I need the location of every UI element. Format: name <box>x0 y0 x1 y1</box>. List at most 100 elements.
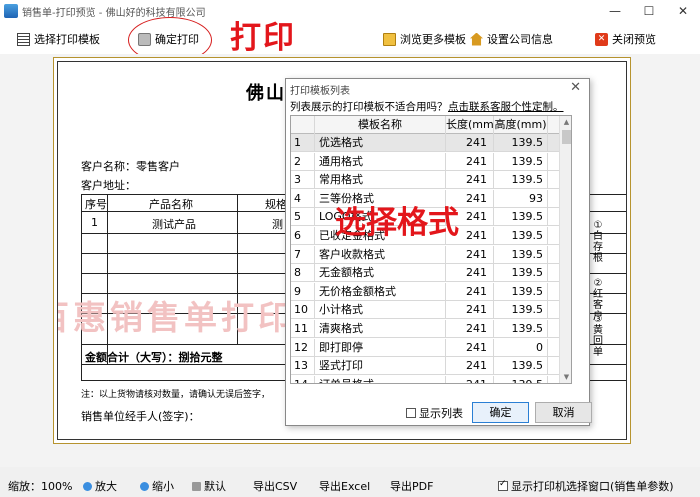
row-name: 即打即停 <box>315 338 446 357</box>
select-template-button[interactable]: 选择打印模板 <box>17 30 100 48</box>
template-list-dialog: 打印模板列表 ✕ 列表展示的打印模板不适合用吗？ 点击联系客服个性定制。 模板名… <box>285 78 592 426</box>
row-name: 小计格式 <box>315 301 446 320</box>
template-row[interactable]: 2 通用格式 241 139.5 <box>291 152 559 171</box>
annotation-print-label: 打印 <box>230 20 296 56</box>
row-length: 241 <box>446 320 494 338</box>
annotation-select-format: 选择格式 <box>335 205 459 241</box>
dialog-title: 打印模板列表 <box>290 86 350 97</box>
row-height: 139.5 <box>494 301 548 320</box>
ok-button[interactable]: 确定 <box>472 402 529 423</box>
maximize-button[interactable]: ☐ <box>634 3 664 19</box>
template-row[interactable]: 13 竖式打印 241 139.5 <box>291 357 559 376</box>
col-header-product: 产品名称 <box>149 198 193 211</box>
row-num: 11 <box>291 320 315 338</box>
row-num: 10 <box>291 301 315 320</box>
zoom-in-button[interactable]: 放大 <box>83 478 117 494</box>
show-list-label: 显示列表 <box>419 407 463 420</box>
zoom-in-icon <box>83 481 92 491</box>
row-num: 5 <box>291 208 315 227</box>
document-note: 注：以上货物请核对数量，请确认无误后签字， <box>81 390 271 400</box>
close-preview-button[interactable]: ✕ 关闭预览 <box>595 30 656 48</box>
folder-icon <box>383 32 396 46</box>
template-row[interactable]: 10 小计格式 241 139.5 <box>291 301 559 320</box>
row-height: 139.5 <box>494 245 548 264</box>
grid-header-num <box>291 116 315 134</box>
row-length: 241 <box>446 301 494 320</box>
template-row[interactable]: 3 常用格式 241 139.5 <box>291 171 559 190</box>
home-icon <box>470 32 483 46</box>
show-list-checkbox[interactable]: 显示列表 <box>406 405 463 421</box>
browse-templates-label: 浏览更多模板 <box>400 33 466 46</box>
row-spec: 测 <box>272 218 283 231</box>
zoom-out-button[interactable]: 缩小 <box>140 478 174 494</box>
minimize-button[interactable]: — <box>600 3 630 19</box>
company-info-button[interactable]: 设置公司信息 <box>470 30 553 48</box>
grid-header: 模板名称 长度(mm) 高度(mm) <box>291 116 559 134</box>
default-label: 默认 <box>204 480 226 493</box>
row-height: 139.5 <box>494 134 548 152</box>
scroll-thumb[interactable] <box>562 130 571 144</box>
row-num: 6 <box>291 227 315 245</box>
template-row[interactable]: 7 客户收款格式 241 139.5 <box>291 245 559 264</box>
browse-templates-button[interactable]: 浏览更多模板 <box>383 30 466 48</box>
template-row[interactable]: 11 清爽格式 241 139.5 <box>291 320 559 338</box>
grid-header-name: 模板名称 <box>315 116 446 134</box>
row-num: 14 <box>291 375 315 383</box>
document-title: 佛山 <box>246 83 286 104</box>
col-header-spec: 规格 <box>265 198 287 211</box>
cancel-button[interactable]: 取消 <box>535 402 592 423</box>
customize-link[interactable]: 点击联系客服个性定制。 <box>448 99 564 114</box>
grid-header-length: 长度(mm) <box>446 116 494 134</box>
template-row[interactable]: 8 无金额格式 241 139.5 <box>291 264 559 283</box>
row-index: 1 <box>91 216 98 229</box>
zoom-out-label: 缩小 <box>152 480 174 493</box>
col-header-index: 序号 <box>85 198 107 211</box>
grid-scrollbar[interactable]: ▲ ▼ <box>559 116 571 383</box>
row-height: 139.5 <box>494 152 548 171</box>
customer-address: 客户地址： <box>81 179 136 192</box>
zoom-out-icon <box>140 481 149 491</box>
row-name: 订单号格式 <box>315 375 446 383</box>
template-row[interactable]: 12 即打即停 241 0 <box>291 338 559 357</box>
copy-label-white: ①白存根 <box>593 220 603 264</box>
scroll-down-icon[interactable]: ▼ <box>560 371 571 383</box>
row-name: 常用格式 <box>315 171 446 190</box>
row-height: 139.5 <box>494 227 548 245</box>
row-product: 测试产品 <box>152 218 196 231</box>
close-window-button[interactable]: ✕ <box>668 3 698 19</box>
select-template-label: 选择打印模板 <box>34 33 100 46</box>
table-col-rule <box>107 195 108 365</box>
row-num: 13 <box>291 357 315 376</box>
template-grid[interactable]: 模板名称 长度(mm) 高度(mm) 1 优选格式 241 139.5 2 通用格式 241… <box>290 115 572 384</box>
row-num: 9 <box>291 282 315 301</box>
default-icon <box>192 481 201 491</box>
status-bar: 缩放：100% 放大 缩小 默认 导出CSV 导出Excel 导出PDF 显示打… <box>0 471 700 497</box>
row-length: 241 <box>446 357 494 376</box>
close-icon: ✕ <box>595 32 608 46</box>
row-length: 241 <box>446 152 494 171</box>
default-zoom-button[interactable]: 默认 <box>192 478 226 494</box>
row-name: 通用格式 <box>315 152 446 171</box>
printer-window-label: 显示打印机选择窗口(销售单参数) <box>511 480 674 493</box>
row-height: 139.5 <box>494 320 548 338</box>
template-row[interactable]: 14订单号格式241139.5 <box>291 375 559 383</box>
printer-window-checkbox[interactable]: 显示打印机选择窗口(销售单参数) <box>498 478 674 494</box>
template-row[interactable]: 9 无价格金额格式 241 139.5 <box>291 282 559 301</box>
row-num: 4 <box>291 189 315 208</box>
row-height: 139.5 <box>494 357 548 376</box>
row-name: 竖式打印 <box>315 357 446 376</box>
export-excel-button[interactable]: 导出Excel <box>319 478 370 494</box>
total-amount: 金额合计（大写）：捌拾元整 <box>85 351 223 364</box>
export-pdf-button[interactable]: 导出PDF <box>390 478 433 494</box>
dialog-close-button[interactable]: ✕ <box>570 80 581 95</box>
customer-name: 客户名称：零售客户 <box>81 160 180 173</box>
scroll-up-icon[interactable]: ▲ <box>560 116 571 128</box>
row-length: 241 <box>446 264 494 283</box>
template-row[interactable]: 1 优选格式 241 139.5 <box>291 134 559 152</box>
export-csv-button[interactable]: 导出CSV <box>253 478 297 494</box>
zoom-in-label: 放大 <box>95 480 117 493</box>
row-num: 3 <box>291 171 315 190</box>
zoom-level: 缩放：100% <box>8 480 73 493</box>
row-name: 优选格式 <box>315 134 446 152</box>
toolbar: 选择打印模板 确定打印 浏览更多模板 设置公司信息 ✕ 关闭预览 <box>0 22 700 54</box>
